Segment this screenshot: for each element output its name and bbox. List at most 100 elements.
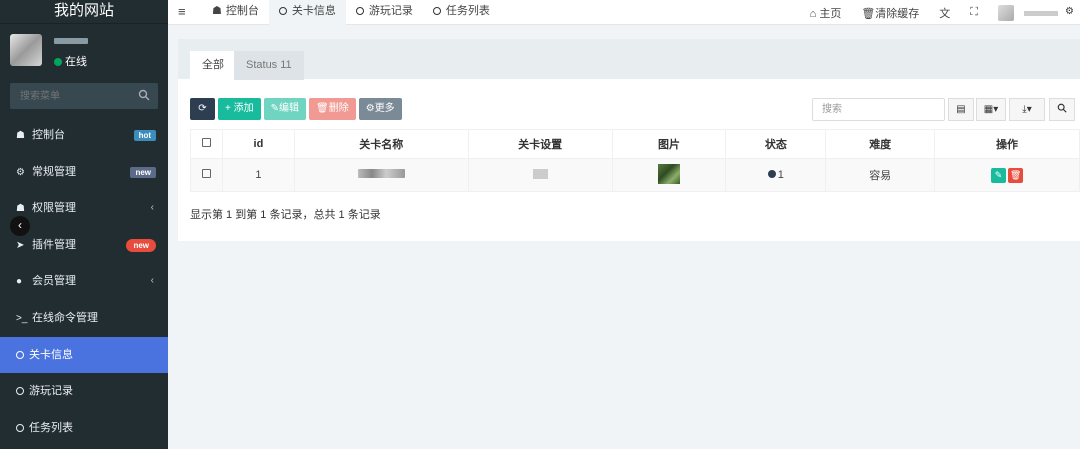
panel-tabs: 全部 Status 11 xyxy=(178,39,1080,80)
avatar xyxy=(10,34,42,66)
row-edit-button[interactable]: ✎ xyxy=(991,167,1007,183)
column-header[interactable]: 状态 xyxy=(725,129,827,159)
sidebar-search-input[interactable] xyxy=(10,83,130,109)
trash-icon: 🗑 xyxy=(1009,169,1022,180)
plus-icon: + xyxy=(225,103,231,114)
chevron-left-icon: ‹ xyxy=(150,202,154,214)
sidebar-item-dashboard[interactable]: ☗ 控制台 hot xyxy=(0,117,168,154)
circle-icon xyxy=(278,7,287,15)
sidebar: 我的网站 在线 ☗控制台 hot ⚙常规管理 new ☗权限管理 ‹ ➤插件管理… xyxy=(0,0,168,449)
menu-toggle-icon[interactable]: ≡ xyxy=(178,4,186,19)
dashboard-icon: ☗ xyxy=(16,130,25,141)
level-thumbnail[interactable] xyxy=(657,163,680,184)
pagination-info: 显示第 1 到第 1 条记录，总共 1 条记录 xyxy=(190,209,381,221)
tab-label: 控制台 xyxy=(225,5,259,17)
grid-icon: ▦ xyxy=(983,104,994,115)
more-button[interactable]: ⚙更多 xyxy=(358,98,402,120)
online-dot-icon xyxy=(54,58,62,66)
pencil-icon: ✎ xyxy=(270,103,280,114)
sidebar-item-task-list[interactable]: 任务列表 xyxy=(0,410,168,447)
select-all-cell xyxy=(190,129,223,159)
collapse-sidebar-button[interactable]: ‹ xyxy=(10,216,30,236)
clear-cache-label: 清除缓存 xyxy=(875,7,920,20)
avatar xyxy=(998,4,1014,21)
fullscreen-icon[interactable]: ⛶ xyxy=(970,6,978,19)
level-name-cell xyxy=(293,158,469,192)
terminal-icon: >_ xyxy=(16,312,28,324)
cogs-icon: ⚙ xyxy=(16,166,25,178)
status-value: 1 xyxy=(777,169,784,181)
gear-icon: ⚙ xyxy=(365,103,375,114)
user-circle-icon: ● xyxy=(16,276,23,288)
home-link[interactable]: ⌂ 主页 xyxy=(810,5,842,21)
search-icon xyxy=(1057,103,1067,113)
row-checkbox[interactable] xyxy=(201,169,211,178)
column-header[interactable]: 关卡设置 xyxy=(467,129,613,159)
trash-icon: 🗑 xyxy=(861,7,876,20)
trash-icon: 🗑 xyxy=(316,103,329,114)
difficulty-cell: 容易 xyxy=(825,158,936,192)
user-status: 在线 xyxy=(54,53,87,69)
export-button[interactable]: ⤓▾ xyxy=(1009,98,1045,121)
top-navbar: ≡ ☗ 控制台 关卡信息 游玩记录 任务列表 ⌂ 主页 🗑清除缓存 文 ⛶ ⚙ xyxy=(168,0,1080,25)
circle-icon xyxy=(355,7,364,15)
pencil-icon: ✎ xyxy=(994,169,1003,180)
tab-status-11[interactable]: Status 11 xyxy=(234,51,304,80)
tab-play-records[interactable]: 游玩记录 xyxy=(346,0,423,25)
sidebar-search xyxy=(10,83,158,109)
dashboard-icon: ☗ xyxy=(212,5,222,17)
table-icon: ▤ xyxy=(956,104,966,115)
refresh-icon: ⟳ xyxy=(198,103,207,114)
id-cell: 1 xyxy=(221,158,295,192)
tab-dashboard[interactable]: ☗ 控制台 xyxy=(202,0,269,25)
status-label: 在线 xyxy=(65,56,87,68)
actions-cell: ✎ 🗑 xyxy=(934,158,1080,192)
sidebar-item-play-records[interactable]: 游玩记录 xyxy=(0,373,168,410)
toggle-view-button[interactable]: ▤ xyxy=(948,98,974,121)
tab-level-info[interactable]: 关卡信息 xyxy=(268,0,346,25)
content-panel: 全部 Status 11 ⟳ + 添加 ✎编辑 🗑删除 ⚙更多 搜索 ▤ ▦▾ … xyxy=(178,39,1080,241)
circle-icon xyxy=(16,423,24,432)
sidebar-item-online-command[interactable]: >_ 在线命令管理 xyxy=(0,300,168,337)
tab-task-list[interactable]: 任务列表 xyxy=(423,0,500,25)
table-row[interactable]: 1 1 容易 ✎ 🗑 xyxy=(190,158,1080,192)
select-all-checkbox[interactable] xyxy=(201,138,211,147)
user-panel: 在线 xyxy=(0,24,168,74)
column-header[interactable]: 操作 xyxy=(934,129,1080,159)
tab-label: 任务列表 xyxy=(445,5,490,17)
column-header[interactable]: 关卡名称 xyxy=(293,129,469,159)
image-cell xyxy=(611,158,727,192)
language-icon[interactable]: 文 xyxy=(939,5,950,21)
refresh-button[interactable]: ⟳ xyxy=(190,98,215,120)
add-button[interactable]: + 添加 xyxy=(218,98,261,120)
sidebar-item-level-info[interactable]: 关卡信息 xyxy=(0,336,168,374)
sidebar-item-general[interactable]: ⚙ 常规管理 new xyxy=(0,154,168,191)
table-toolbar: ⟳ + 添加 ✎编辑 🗑删除 ⚙更多 xyxy=(190,98,405,120)
gear-icon[interactable]: ⚙ xyxy=(1065,6,1074,17)
search-button[interactable] xyxy=(1049,98,1075,121)
circle-icon xyxy=(16,350,24,359)
column-header[interactable]: 难度 xyxy=(825,129,936,159)
delete-button[interactable]: 🗑删除 xyxy=(309,98,356,120)
clear-cache-button[interactable]: 🗑清除缓存 xyxy=(861,5,919,21)
column-header[interactable]: 图片 xyxy=(611,129,727,159)
circle-icon xyxy=(16,387,24,396)
new-badge: new xyxy=(130,166,156,178)
search-icon[interactable] xyxy=(138,89,150,101)
sidebar-item-label: 权限管理 xyxy=(32,202,76,215)
sidebar-item-label: 常规管理 xyxy=(32,165,76,178)
row-delete-button[interactable]: 🗑 xyxy=(1008,167,1024,183)
delete-label: 删除 xyxy=(328,103,349,114)
table-search-input[interactable]: 搜索 xyxy=(812,98,945,121)
edit-button[interactable]: ✎编辑 xyxy=(263,98,307,120)
columns-button[interactable]: ▦▾ xyxy=(976,98,1006,121)
sidebar-item-label: 在线命令管理 xyxy=(32,311,98,324)
sidebar-item-label: 控制台 xyxy=(32,129,65,141)
user-name-redacted xyxy=(1024,10,1058,16)
sidebar-item-members[interactable]: ● 会员管理 ‹ xyxy=(0,263,168,300)
user-menu[interactable]: ⚙ xyxy=(998,3,1074,23)
tab-all[interactable]: 全部 xyxy=(190,51,236,80)
status-dot-icon xyxy=(767,170,776,178)
brand-title[interactable]: 我的网站 xyxy=(0,0,168,24)
column-header[interactable]: id xyxy=(221,129,295,159)
